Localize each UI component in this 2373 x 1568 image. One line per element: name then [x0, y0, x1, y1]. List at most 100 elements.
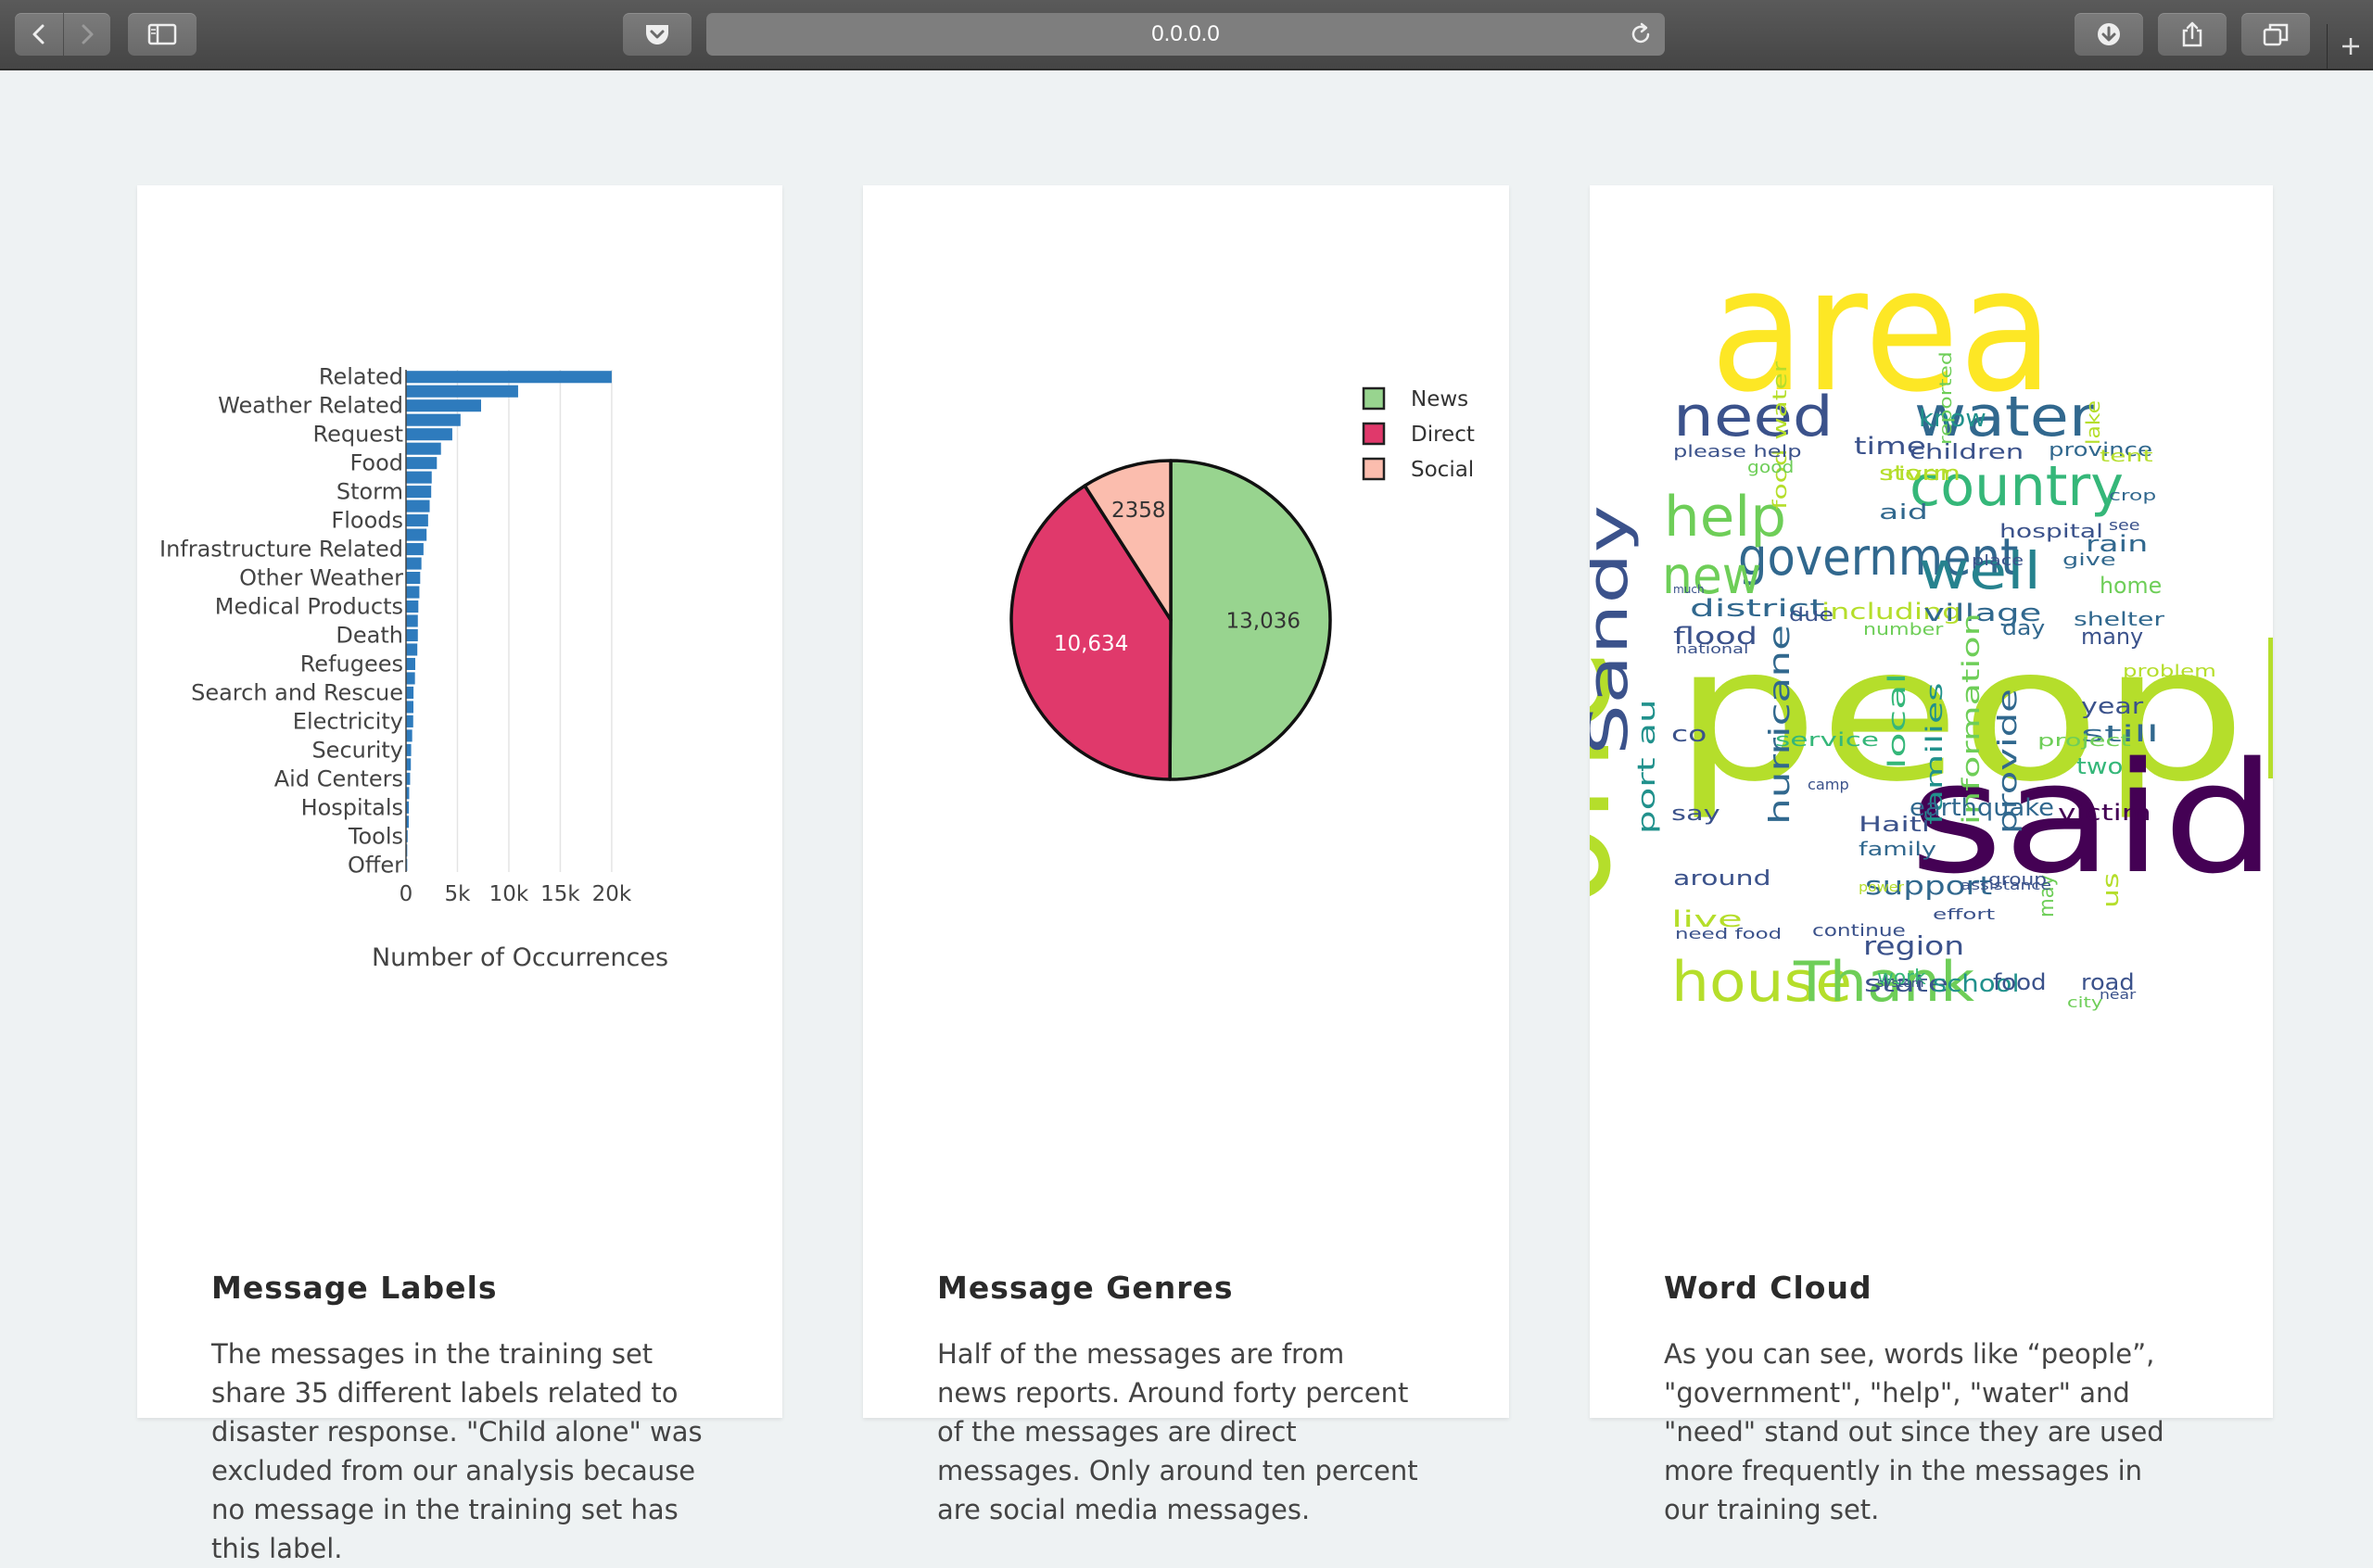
legend-label: Social	[1411, 458, 1474, 482]
bar	[406, 428, 452, 441]
bar	[406, 643, 418, 656]
x-tick-label: 0	[400, 882, 413, 906]
word-cloud-word: river	[1886, 462, 1952, 485]
browser-toolbar: 0.0.0.0	[0, 0, 2373, 70]
bar	[406, 371, 612, 384]
card-description: Half of the messages are from news repor…	[937, 1338, 1418, 1525]
pie-value-label: 2358	[1111, 499, 1166, 523]
new-tab-icon	[2342, 38, 2359, 55]
word-cloud-word: hurricane	[1764, 625, 1796, 825]
card-title: Message Genres	[937, 1270, 1234, 1306]
y-tick-label: Death	[336, 622, 403, 648]
bar	[406, 758, 412, 771]
forward-button[interactable]	[64, 13, 110, 56]
legend-label: News	[1411, 387, 1468, 411]
back-button[interactable]	[15, 13, 63, 56]
word-cloud-word: power	[1859, 880, 1904, 895]
y-tick-label: Food	[349, 450, 403, 476]
bar	[406, 657, 415, 670]
y-tick-label: Storm	[336, 479, 403, 505]
x-axis-title: Number of Occurrences	[372, 943, 668, 972]
word-cloud-word: two	[2076, 753, 2123, 779]
bar	[406, 486, 432, 499]
word-cloud-word: around	[1673, 867, 1771, 891]
legend-swatch	[1362, 422, 1386, 446]
word-cloud-word: service	[1775, 728, 1879, 751]
card-description: As you can see, words like “people”, "go…	[1664, 1338, 2164, 1525]
word-cloud-image: peopleareaonesaidSandyneedwaterhelpcount…	[1590, 230, 2273, 1015]
word-cloud-word: port au	[1633, 699, 1661, 834]
share-icon	[2182, 21, 2202, 47]
download-icon	[2098, 23, 2120, 45]
sidebar-button[interactable]	[128, 13, 197, 56]
url-text: 0.0.0.0	[1151, 21, 1220, 46]
word-cloud-word: place	[1972, 551, 2024, 569]
sidebar-icon	[147, 23, 177, 45]
word-cloud-word: shelter	[2074, 608, 2165, 630]
word-cloud-word: much	[1673, 583, 1705, 596]
card-description: The messages in the training set share 3…	[211, 1338, 703, 1564]
word-cloud-word: local	[1884, 673, 1911, 769]
bar	[406, 399, 481, 412]
word-cloud-word: us	[2098, 873, 2124, 908]
y-tick-label: Weather Related	[218, 393, 403, 419]
word-cloud-word: need	[1673, 385, 1834, 449]
word-cloud-word: Haiti	[1859, 814, 1930, 837]
x-tick-label: 5k	[444, 882, 471, 906]
word-cloud-word: project	[2037, 731, 2131, 751]
bar	[406, 628, 418, 642]
bar	[406, 557, 422, 570]
reload-icon	[1631, 22, 1650, 44]
card-title: Word Cloud	[1664, 1270, 1872, 1306]
bar	[406, 572, 421, 585]
word-cloud-word: co	[1671, 721, 1707, 747]
word-cloud-word: victim	[2058, 800, 2151, 826]
y-tick-label: Security	[311, 737, 403, 763]
y-tick-label: Infrastructure Related	[159, 537, 403, 563]
reload-button[interactable]	[1628, 21, 1654, 54]
word-cloud-word: family	[1859, 838, 1936, 860]
bar	[406, 743, 412, 756]
word-cloud-word: assistance	[1961, 879, 2051, 893]
tabs-button[interactable]	[2241, 13, 2310, 56]
back-icon	[32, 24, 44, 44]
word-cloud-word: city	[2067, 993, 2102, 1011]
y-tick-label: Tools	[348, 823, 403, 849]
word-cloud-word: information	[1958, 613, 1986, 825]
word-cloud-word: number	[1863, 620, 1944, 639]
y-tick-label: Hospitals	[301, 794, 403, 820]
word-cloud-word: continue	[1812, 921, 1906, 941]
bar	[406, 586, 420, 599]
x-tick-label: 20k	[592, 882, 632, 906]
word-cloud-word: say	[1671, 803, 1720, 826]
y-tick-label: Medical Products	[215, 594, 403, 620]
pocket-icon	[646, 25, 668, 44]
bar	[406, 714, 413, 727]
bar	[406, 385, 518, 398]
bar	[406, 499, 430, 512]
bar	[406, 729, 412, 742]
word-cloud-word: national	[1676, 642, 1748, 657]
genres-pie-chart: 13,036 10,634 2358 News Direct Social	[1009, 386, 1475, 781]
y-tick-label: Search and Rescue	[191, 679, 403, 705]
legend-swatch	[1362, 386, 1386, 411]
pocket-button[interactable]	[623, 13, 692, 56]
x-tick-label: 10k	[489, 882, 529, 906]
address-bar[interactable]: 0.0.0.0	[706, 13, 1665, 56]
pie-value-label: 10,634	[1054, 632, 1128, 656]
word-cloud-word: problem	[2123, 662, 2216, 681]
word-cloud-word: good	[1747, 458, 1794, 477]
y-tick-label: Electricity	[293, 708, 403, 734]
pie-value-label: 13,036	[1226, 609, 1301, 633]
word-cloud-word: reported	[1936, 351, 1956, 445]
y-tick-label: Other Weather	[239, 565, 403, 591]
new-tab-button[interactable]	[2327, 24, 2373, 69]
word-cloud-word: give	[2062, 550, 2116, 570]
word-cloud-word: well	[1919, 541, 2041, 601]
bar	[406, 442, 441, 455]
word-cloud-word: due	[1789, 603, 1834, 626]
bar	[406, 614, 418, 627]
share-button[interactable]	[2158, 13, 2227, 56]
download-button[interactable]	[2075, 13, 2143, 56]
word-cloud-word: hospital	[1999, 520, 2103, 542]
